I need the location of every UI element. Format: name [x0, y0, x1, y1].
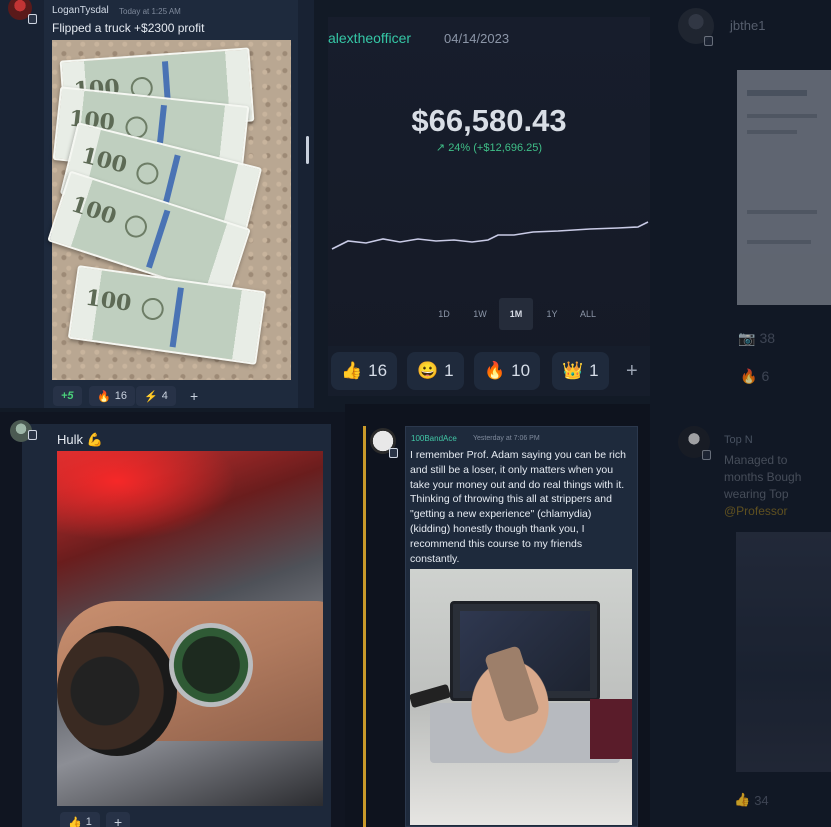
stats-reaction-bar: 👍 16 😀 1 🔥 10 👑 1 + — [328, 346, 650, 396]
reaction-count: 1 — [589, 361, 599, 380]
fade-overlay — [650, 0, 831, 827]
thumbs-up-emoji-icon: 👍 — [68, 816, 82, 827]
lightning-emoji-icon: ⚡ — [144, 390, 158, 403]
range-1w[interactable]: 1W — [463, 298, 497, 330]
range-1d[interactable]: 1D — [427, 298, 461, 330]
fire-emoji-icon: 🔥 — [484, 361, 506, 380]
balance-change: ↗ 24% (+$12,696.25) — [435, 142, 543, 154]
laptop-photo[interactable] — [410, 569, 632, 825]
message-text: Hulk 💪 — [57, 432, 103, 447]
username[interactable]: 100BandAce — [411, 434, 457, 443]
grinning-emoji-icon: 😀 — [417, 361, 439, 380]
reaction-count: 1 — [444, 361, 454, 380]
reaction-fire[interactable]: 🔥 16 — [89, 386, 135, 406]
reaction-count: 16 — [368, 361, 388, 380]
watch-photo[interactable] — [57, 451, 323, 806]
lock-icon — [389, 448, 398, 458]
range-1y[interactable]: 1Y — [535, 298, 569, 330]
username[interactable]: LoganTysdal — [52, 5, 109, 16]
handle[interactable]: alextheofficer — [328, 30, 411, 46]
range-1m[interactable]: 1M — [499, 298, 533, 330]
add-reaction-icon: + — [114, 814, 123, 827]
add-reaction-button[interactable]: + — [182, 386, 206, 406]
reaction-count: 4 — [161, 390, 168, 402]
collage-canvas: jbthe1 📷 38 🔥 6 Top N Managed to months … — [0, 0, 831, 827]
reaction-lightning[interactable]: ⚡ 4 — [136, 386, 176, 406]
add-reaction-button[interactable]: + — [106, 812, 131, 827]
reaction-thumbs-up[interactable]: 👍 1 — [60, 812, 100, 827]
reaction-thumbs-up[interactable]: 👍 16 — [331, 352, 398, 390]
reaction-fire[interactable]: 🔥 10 — [474, 352, 541, 390]
portfolio-card: alextheofficer 04/14/2023 $66,580.43 ↗ 2… — [328, 17, 650, 394]
add-reaction-button[interactable]: + — [616, 352, 648, 390]
highlight-bar — [363, 426, 366, 827]
scrollbar[interactable] — [306, 136, 309, 164]
timestamp: Today at 1:25 AM — [119, 7, 181, 16]
reaction-count: 16 — [114, 390, 127, 402]
add-reaction-icon: + — [190, 388, 199, 404]
balance-line-chart — [331, 221, 649, 250]
lock-icon — [28, 14, 37, 24]
date: 04/14/2023 — [444, 31, 510, 46]
post-logantysdal: LoganTysdal Today at 1:25 AM Flipped a t… — [0, 0, 314, 408]
reaction-crown[interactable]: 👑 1 — [552, 352, 609, 390]
range-all[interactable]: ALL — [571, 298, 605, 330]
add-reaction-icon: + — [626, 359, 638, 382]
reaction-count: 1 — [85, 816, 92, 827]
balance-value: $66,580.43 — [411, 103, 567, 138]
cash-photo[interactable]: 100 100 100 100 100 — [47, 40, 291, 380]
trend-up-arrow-icon: ↗ — [435, 142, 446, 154]
timestamp: Yesterday at 7:06 PM — [473, 435, 540, 442]
fire-emoji-icon: 🔥 — [97, 390, 111, 403]
reaction-count: 10 — [511, 361, 531, 380]
reaction-grinning[interactable]: 😀 1 — [407, 352, 464, 390]
crown-emoji-icon: 👑 — [562, 361, 584, 380]
message-text: Flipped a truck +$2300 profit — [52, 21, 205, 35]
thumbs-up-emoji-icon: 👍 — [341, 361, 363, 380]
lock-icon — [28, 430, 37, 440]
reaction-plus-five[interactable]: +5 — [53, 386, 82, 406]
message-text: I remember Prof. Adam saying you can be … — [410, 449, 626, 565]
